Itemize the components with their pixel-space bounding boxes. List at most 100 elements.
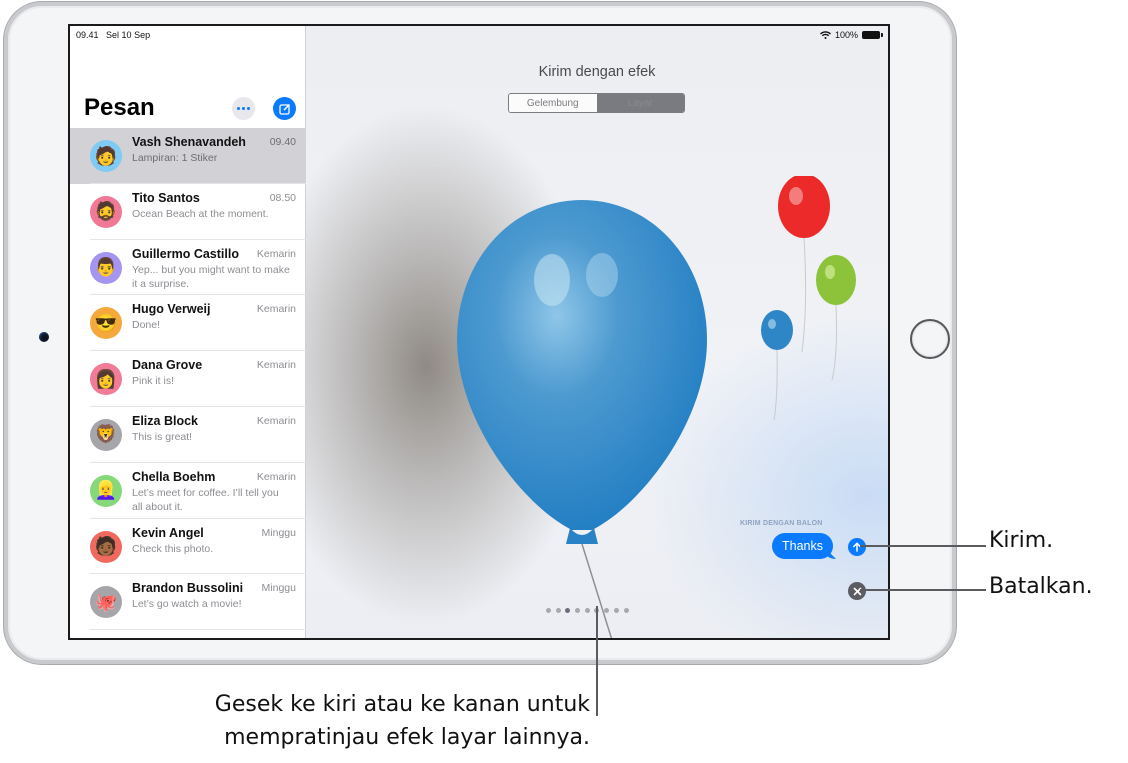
page-dot[interactable]	[546, 608, 551, 613]
avatar: 🧑🏾	[90, 530, 122, 563]
conversation-preview: Let’s meet for coffee. I’ll tell you all…	[132, 486, 279, 514]
wifi-icon	[819, 31, 831, 39]
conversation-preview: This is great!	[132, 430, 193, 443]
page-dot[interactable]	[584, 608, 590, 613]
front-camera	[39, 332, 49, 342]
avatar-memoji-icon: 😎	[94, 312, 118, 333]
battery-percent: 100%	[834, 30, 858, 40]
callout-cancel-label: Batalkan.	[989, 574, 1093, 599]
avatar-memoji-icon: 🦁	[94, 424, 118, 445]
conversation-name: Dana Grove	[132, 358, 203, 373]
conversation-item[interactable]: 🐙 Brandon Bussolini Minggu Let’s go watch a…	[70, 574, 306, 631]
conversation-item[interactable]: 👩 Dana Grove Kemarin Pink it is!	[70, 351, 306, 407]
page-dot[interactable]	[613, 608, 619, 613]
status-date: Sel 10 Sep	[106, 30, 151, 40]
avatar: 👩	[90, 363, 122, 396]
tab-screen[interactable]: Layar	[596, 94, 684, 112]
small-balloons	[761, 176, 856, 421]
conversation-item[interactable]: 😎 Hugo Verweij Kemarin Done!	[70, 295, 306, 352]
conversation-item[interactable]: 👱‍♀️ Chella Boehm Kemarin Let’s meet for co…	[70, 463, 306, 519]
callout-swipe-line2: mempratinjau efek layar lainnya.	[224, 725, 590, 750]
callout-swipe-line1: Gesek ke kiri atau ke kanan untuk	[214, 692, 590, 717]
send-button[interactable]	[848, 538, 866, 556]
green-balloon	[816, 255, 856, 381]
page-dot[interactable]	[555, 608, 561, 613]
avatar-memoji-icon: 👨	[94, 257, 118, 278]
conversation-item[interactable]: 🧑 Vash Shenavandeh 09.40 Lampiran: 1 Stiker	[70, 128, 306, 184]
conversation-name: Eliza Block	[132, 413, 198, 428]
conversation-time: Kemarin	[256, 414, 296, 427]
more-options-button[interactable]	[232, 97, 255, 120]
conversation-time: Kemarin	[256, 247, 296, 260]
page-dot[interactable]	[623, 608, 629, 613]
page-dot[interactable]	[575, 608, 581, 613]
conversation-preview: Check this photo.	[132, 542, 214, 555]
compose-icon	[278, 103, 290, 115]
conversation-preview: Lampiran: 1 Stiker	[132, 152, 218, 164]
avatar-memoji-icon: 🧑🏾	[94, 536, 118, 557]
close-icon	[853, 587, 861, 595]
conversation-preview: Pink it is!	[132, 375, 175, 388]
avatar: 👱‍♀️	[90, 474, 122, 507]
conversation-name: Brandon Bussolini	[132, 581, 244, 596]
big-blue-balloon	[457, 200, 707, 638]
status-bar-right: 100%	[819, 30, 883, 40]
conversation-preview: Done!	[132, 319, 161, 332]
conversation-name: Tito Santos	[132, 190, 200, 205]
page-dot[interactable]	[604, 608, 610, 613]
effects-title: Kirim dengan efek	[538, 64, 656, 80]
conversation-item[interactable]: 🧔 Tito Santos 08.50 Ocean Beach at the mome…	[70, 184, 306, 240]
conversation-item[interactable]: 🧑🏾 Kevin Angel Minggu Check this photo.	[70, 519, 306, 575]
conversation-preview: Ocean Beach at the moment.	[132, 207, 269, 220]
conversation-time: 09.40	[269, 136, 296, 148]
conversation-name: Chella Boehm	[132, 469, 216, 484]
avatar: 🧑	[90, 140, 122, 172]
small-blue-balloon	[761, 310, 793, 421]
conversation-preview: Let’s go watch a movie!	[132, 598, 242, 611]
arrow-up-icon	[853, 542, 861, 552]
page-dot[interactable]	[565, 608, 571, 613]
conversation-time: Minggu	[261, 582, 296, 595]
ellipsis-dot	[242, 107, 245, 110]
conversation-list: 🧑 Vash Shenavandeh 09.40 Lampiran: 1 Stiker…	[70, 128, 306, 631]
avatar-memoji-icon: 👩	[94, 368, 118, 389]
effect-page-indicator[interactable]	[546, 608, 629, 613]
message-bubble: Thanks	[772, 533, 833, 559]
ipad-screen: 09.41 Sel 10 Sep 100% Pesan 🧑 Vash Shenav…	[68, 24, 890, 640]
conversation-time: Kemarin	[256, 470, 296, 483]
callout-line-cancel	[860, 589, 986, 591]
callout-swipe-label: Gesek ke kiri atau ke kanan untuk mempra…	[140, 688, 590, 754]
conversation-preview: Yep... but you might want to make it a s…	[132, 263, 290, 291]
callout-line-swipe	[596, 606, 598, 716]
avatar: 👨	[90, 251, 122, 284]
avatar-memoji-icon: 👱‍♀️	[94, 480, 118, 501]
cancel-button[interactable]	[848, 582, 866, 600]
conversation-name: Kevin Angel	[132, 525, 204, 540]
callout-send-label: Kirim.	[989, 528, 1054, 553]
avatar: 🦁	[90, 418, 122, 451]
ellipsis-dot	[247, 107, 250, 110]
effect-name-label: KIRIM DENGAN BALON	[740, 520, 823, 527]
avatar: 🐙	[90, 586, 122, 619]
conversation-time: 08.50	[269, 191, 296, 204]
avatar: 😎	[90, 307, 122, 340]
effect-type-segmented-control: Gelembung Layar	[508, 93, 685, 113]
conversation-name: Hugo Verweij	[132, 302, 211, 317]
conversation-name: Guillermo Castillo	[132, 246, 239, 261]
tab-bubble[interactable]: Gelembung	[509, 94, 597, 112]
conversation-time: Minggu	[261, 526, 296, 539]
battery-icon	[862, 31, 883, 39]
conversation-name: Vash Shenavandeh	[132, 135, 246, 149]
avatar-memoji-icon: 🐙	[94, 591, 118, 612]
conversation-time: Kemarin	[256, 303, 296, 316]
conversation-item[interactable]: 👨 Guillermo Castillo Kemarin Yep... but you…	[70, 240, 306, 296]
compose-button[interactable]	[273, 97, 296, 120]
conversation-item[interactable]: 🦁 Eliza Block Kemarin This is great!	[70, 407, 306, 463]
avatar-memoji-icon: 🧔	[94, 201, 118, 222]
home-button[interactable]	[910, 319, 950, 359]
avatar-memoji-icon: 🧑	[94, 145, 118, 166]
status-bar-left: 09.41 Sel 10 Sep	[76, 30, 150, 40]
status-time: 09.41	[76, 30, 99, 40]
conversation-time: Kemarin	[256, 359, 296, 372]
ellipsis-icon	[237, 107, 240, 110]
